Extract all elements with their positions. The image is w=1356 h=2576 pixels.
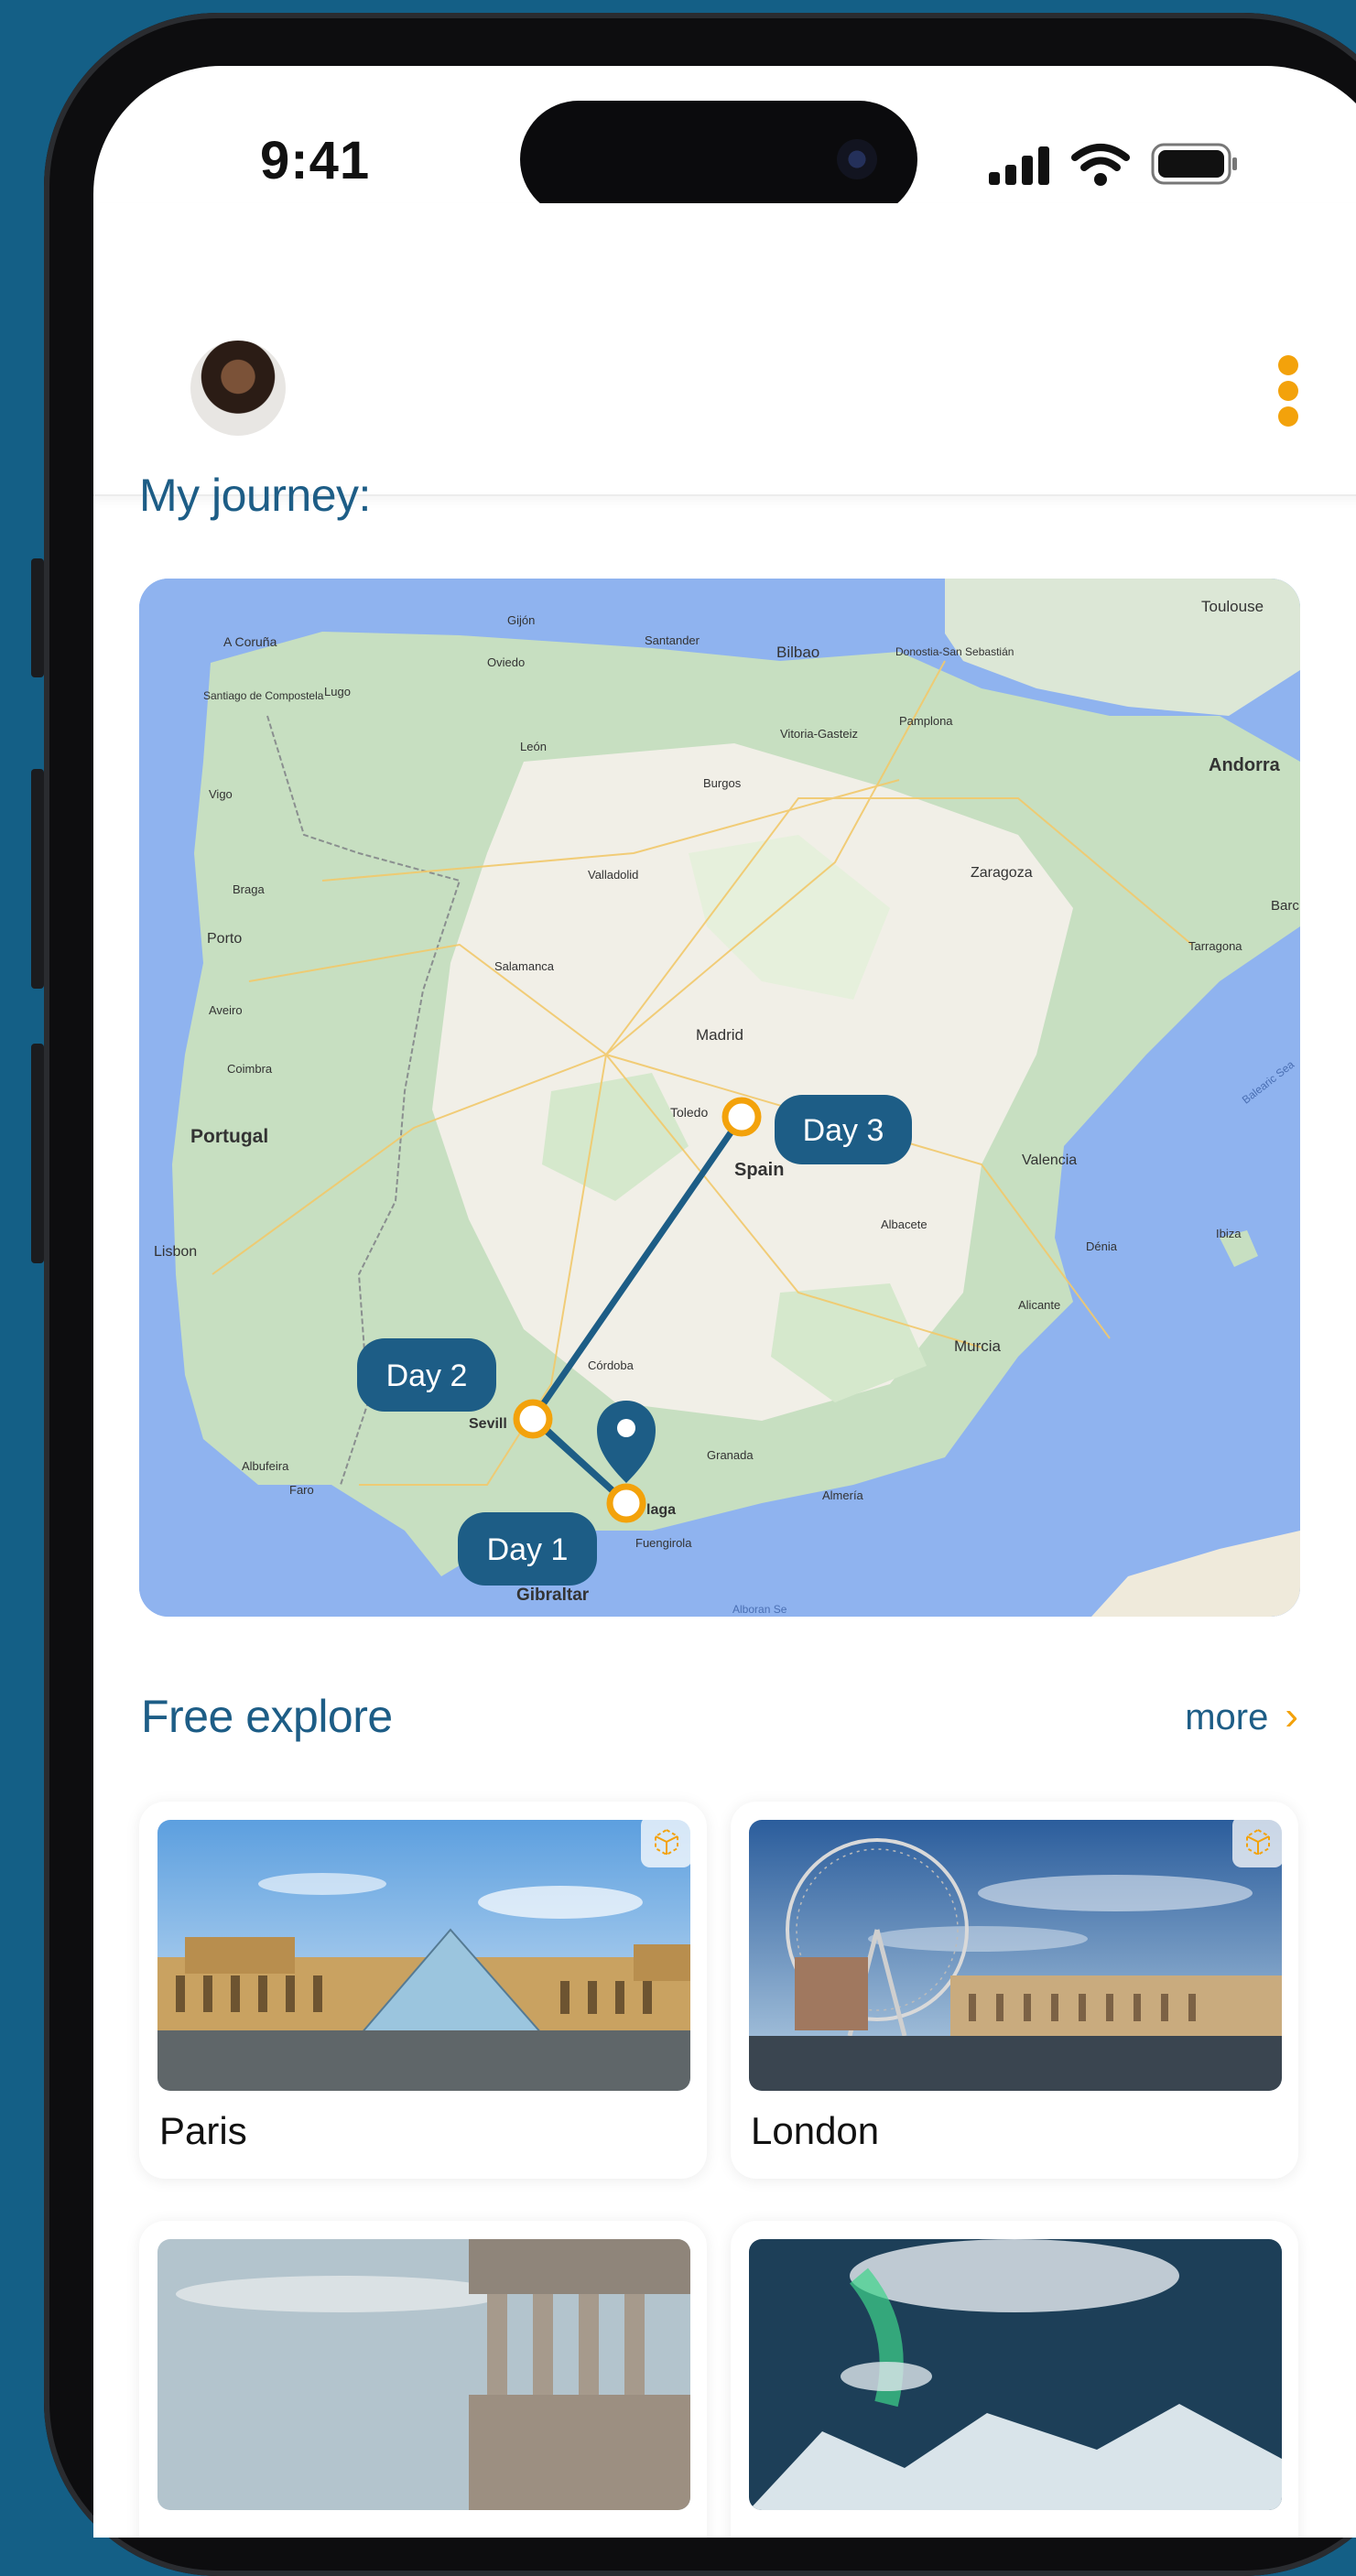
map-label: Andorra	[1209, 755, 1281, 775]
wifi-icon	[1071, 144, 1130, 186]
map-label: Valencia	[1022, 1153, 1077, 1168]
map-label: Spain	[734, 1160, 784, 1180]
svg-text:Day 1: Day 1	[487, 1532, 569, 1567]
status-bar: 9:41	[93, 66, 1356, 218]
day-3-tag[interactable]: Day 3	[775, 1095, 912, 1164]
map-label: Albufeira	[242, 1459, 289, 1473]
map-label: Vigo	[209, 787, 233, 801]
more-link[interactable]: more ›	[1185, 1694, 1298, 1739]
journey-title: My journey:	[139, 470, 371, 521]
map-label: Faro	[289, 1483, 314, 1497]
destination-card-paris[interactable]: Paris	[139, 1802, 707, 2179]
map-label: Toledo	[670, 1105, 708, 1120]
map-label: laga	[646, 1502, 676, 1518]
map-label: Albacete	[881, 1218, 928, 1231]
map-label: Gijón	[507, 613, 535, 627]
status-time: 9:41	[260, 131, 371, 190]
card-name: Paris	[159, 2109, 247, 2152]
map-label: Vitoria-Gasteiz	[780, 727, 858, 741]
map-label: Ibiza	[1216, 1227, 1242, 1240]
map-label: Aveiro	[209, 1003, 243, 1017]
journey-map[interactable]: Toulouse A Coruña Gijón Santander Bilbao…	[139, 579, 1300, 1617]
stop-marker[interactable]	[513, 1399, 553, 1439]
map-label: Braga	[233, 882, 265, 896]
map-label: Granada	[707, 1448, 754, 1462]
map-label: Pamplona	[899, 714, 953, 728]
chevron-right-icon: ›	[1285, 1694, 1298, 1738]
map-label: Salamanca	[494, 959, 555, 973]
map-label: Zaragoza	[971, 865, 1033, 881]
side-button	[31, 558, 44, 677]
map-label: Porto	[207, 931, 242, 947]
map-label: Fuengirola	[635, 1536, 692, 1550]
side-button	[31, 1044, 44, 1263]
dynamic-island	[520, 101, 917, 218]
explore-title: Free explore	[141, 1691, 393, 1742]
map-label: Lugo	[324, 685, 351, 698]
athens-image	[157, 2239, 690, 2510]
map-label: Burgos	[703, 776, 742, 790]
svg-text:Day 3: Day 3	[803, 1113, 884, 1148]
map-label: Oviedo	[487, 655, 525, 669]
map-label: Córdoba	[588, 1358, 635, 1372]
avatar[interactable]	[190, 341, 286, 436]
day-2-tag[interactable]: Day 2	[357, 1338, 496, 1412]
map-label: Tarragona	[1188, 939, 1242, 953]
map-label: Barc	[1271, 898, 1299, 914]
aurora-image	[749, 2239, 1282, 2510]
map-label: Santiago de Compostela	[203, 689, 324, 702]
map-label: León	[520, 740, 547, 753]
side-button	[31, 769, 44, 989]
card-name: London	[751, 2109, 880, 2152]
paris-image	[157, 1820, 690, 2091]
map-label: Sevill	[469, 1416, 507, 1432]
map-label: Murcia	[954, 1337, 1002, 1355]
day-1-tag[interactable]: Day 1	[458, 1512, 597, 1586]
camera-icon	[837, 139, 877, 179]
map-label: Alicante	[1018, 1298, 1060, 1312]
more-vertical-icon[interactable]	[1278, 355, 1300, 432]
map-label: A Coruña	[223, 634, 277, 649]
app-header	[93, 203, 1356, 496]
map-label: Santander	[645, 633, 700, 647]
map-label: Toulouse	[1201, 598, 1264, 615]
map-canvas[interactable]: Toulouse A Coruña Gijón Santander Bilbao…	[139, 579, 1300, 1617]
app-screen: 9:41 My journey: Toulouse A Coruña Gijón…	[93, 66, 1356, 2538]
map-label: Donostia-San Sebastián	[895, 645, 1014, 658]
stop-marker[interactable]	[606, 1483, 646, 1523]
map-label: Alboran Se	[732, 1603, 787, 1616]
destination-card-athens[interactable]	[139, 2221, 707, 2538]
map-label: Portugal	[190, 1126, 268, 1147]
map-label: Madrid	[696, 1026, 743, 1044]
ar-cube-icon[interactable]	[1232, 1816, 1284, 1867]
cellular-signal-icon	[989, 146, 1049, 185]
map-label: Lisbon	[154, 1244, 197, 1260]
ar-cube-icon[interactable]	[641, 1816, 692, 1867]
map-label: Almería	[822, 1488, 864, 1502]
map-label: Coimbra	[227, 1062, 273, 1076]
map-label: Valladolid	[588, 868, 638, 882]
destination-card-iceland[interactable]	[731, 2221, 1298, 2538]
map-label: Dénia	[1086, 1239, 1118, 1253]
battery-icon	[1151, 143, 1237, 185]
map-label: Gibraltar	[516, 1586, 590, 1605]
more-label: more	[1185, 1697, 1269, 1737]
destination-card-london[interactable]: London	[731, 1802, 1298, 2179]
london-image	[749, 1820, 1282, 2091]
svg-text:Day 2: Day 2	[386, 1358, 468, 1393]
stop-marker[interactable]	[721, 1097, 762, 1137]
map-label: Bilbao	[776, 644, 819, 661]
